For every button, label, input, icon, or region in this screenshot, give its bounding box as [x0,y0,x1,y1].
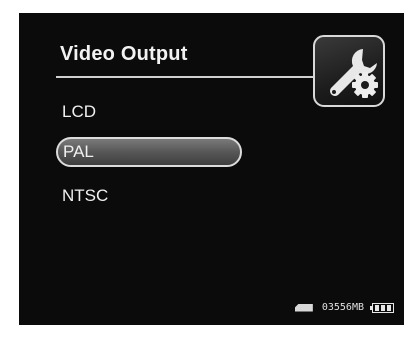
settings-icon-tile [313,35,385,107]
page-title: Video Output [60,43,188,65]
storage-remaining: 03556MB [321,302,364,313]
menu-item-ntsc[interactable]: NTSC [56,181,242,211]
status-bar: 03556MB [294,302,394,313]
camera-settings-screen: Video Output LCD PAL NTSC 03556MB [19,13,404,325]
wrench-gear-icon [330,49,378,98]
sd-card-icon [294,303,313,312]
menu-item-pal[interactable]: PAL [56,137,242,167]
title-divider [56,76,318,78]
battery-icon [370,302,394,313]
menu-item-lcd[interactable]: LCD [56,97,242,127]
